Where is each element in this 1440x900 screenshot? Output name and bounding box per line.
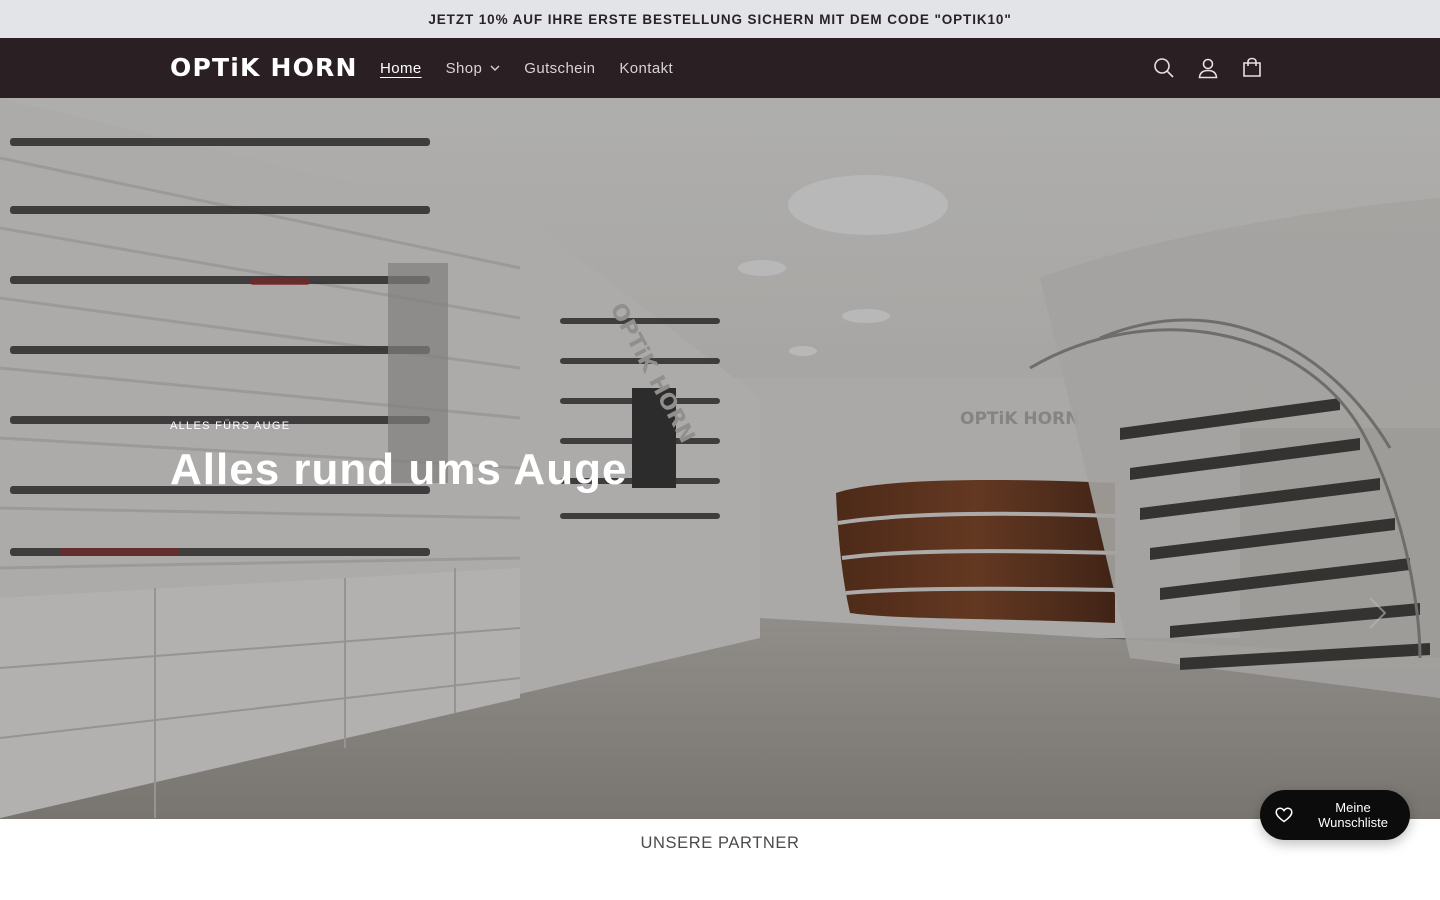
chevron-down-icon <box>490 65 500 71</box>
nav-item-gutschein-label: Gutschein <box>524 59 596 77</box>
hero-heading: Alles rund ums Auge <box>170 445 628 494</box>
announcement-bar: JETZT 10% AUF IHRE ERSTE BESTELLUNG SICH… <box>0 0 1440 38</box>
search-icon[interactable] <box>1152 56 1176 80</box>
cart-icon[interactable] <box>1240 56 1264 80</box>
hero-subheading: ALLES FÜRS AUGE <box>170 420 291 432</box>
nav-item-home[interactable]: Home <box>368 38 434 98</box>
nav-item-kontakt-label: Kontakt <box>619 59 674 77</box>
account-icon[interactable] <box>1196 56 1220 80</box>
main-navigation: Home Shop Gutschein Kontakt <box>368 38 685 98</box>
header-icons <box>1152 38 1264 98</box>
nav-item-home-label: Home <box>380 59 422 77</box>
wishlist-button[interactable]: Meine Wunschliste <box>1260 790 1410 840</box>
site-header: OPTiK HORN Home Shop Gutschein Kontakt <box>0 38 1440 98</box>
nav-item-shop[interactable]: Shop <box>434 38 513 98</box>
nav-item-shop-label: Shop <box>445 59 483 77</box>
nav-item-kontakt[interactable]: Kontakt <box>607 38 685 98</box>
nav-item-gutschein[interactable]: Gutschein <box>512 38 607 98</box>
hero-banner: OPTiK HORN OPTiK HORN ALLES FÜRS AUGE Al… <box>0 98 1440 819</box>
store-logo[interactable]: OPTiK HORN <box>170 54 358 82</box>
announcement-text: JETZT 10% AUF IHRE ERSTE BESTELLUNG SICH… <box>428 11 1012 27</box>
wishlist-label: Meine Wunschliste <box>1318 800 1388 830</box>
partners-heading: UNSERE PARTNER <box>640 834 800 852</box>
heart-icon <box>1274 805 1294 825</box>
